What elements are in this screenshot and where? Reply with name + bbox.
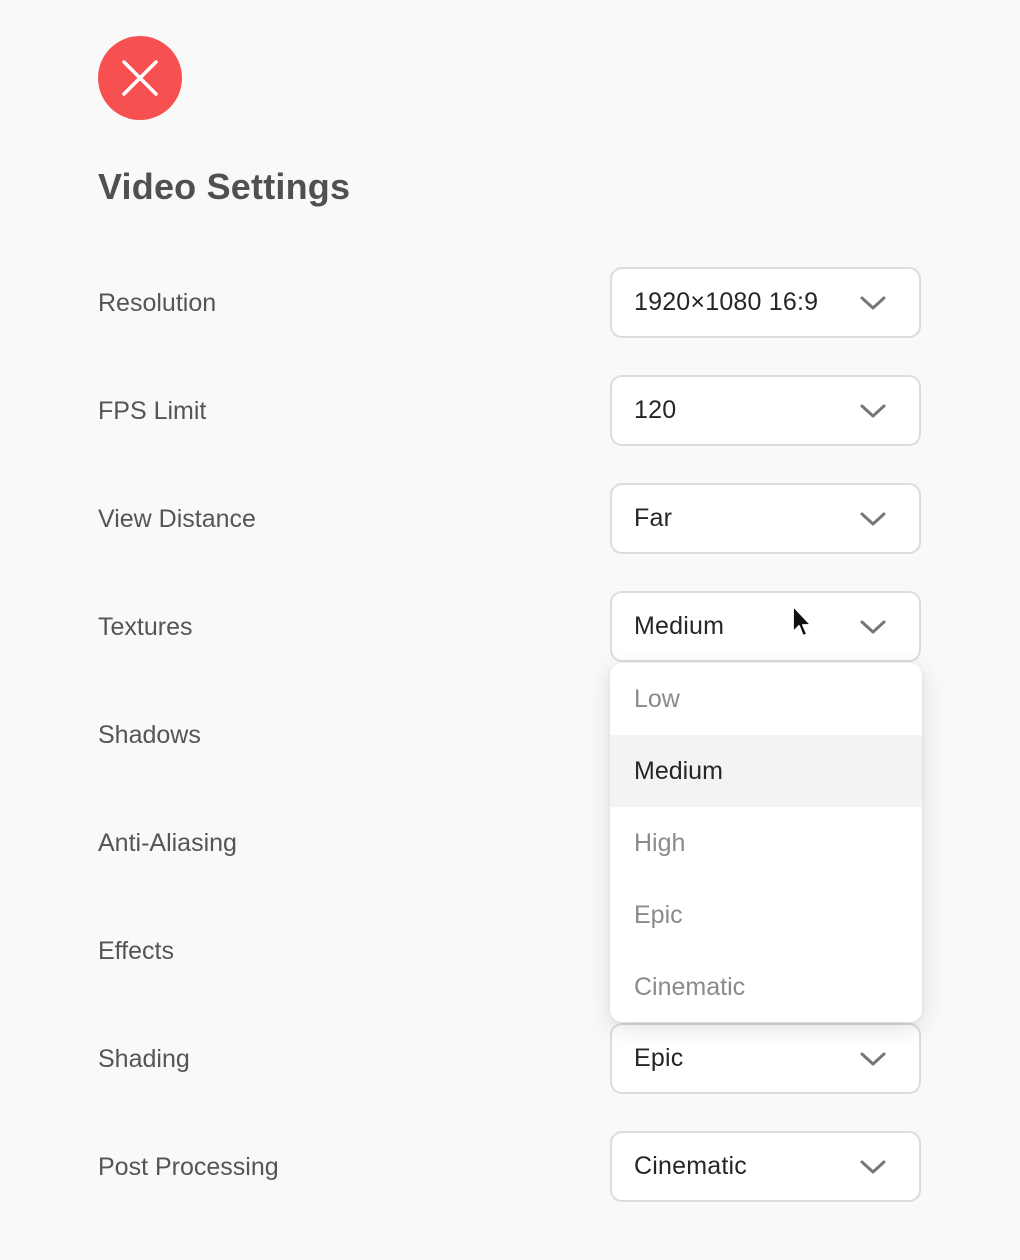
textures-select[interactable]: Medium	[610, 591, 921, 662]
page-title: Video Settings	[98, 166, 351, 207]
fps-limit-select[interactable]: 120	[610, 375, 921, 446]
textures-value: Medium	[634, 612, 725, 640]
chevron-down-icon	[860, 296, 886, 310]
video-settings-page: Video Settings Resolution 1920×1080 16:9…	[0, 0, 1020, 1260]
chevron-down-icon	[860, 1052, 886, 1066]
chevron-down-icon	[860, 404, 886, 418]
mouse-pointer-icon	[792, 605, 812, 637]
shading-label: Shading	[98, 1045, 190, 1073]
view-distance-select[interactable]: Far	[610, 483, 921, 554]
chevron-down-icon	[860, 620, 886, 634]
fps-limit-label: FPS Limit	[98, 397, 207, 425]
resolution-label: Resolution	[98, 289, 217, 317]
post-processing-value: Cinematic	[634, 1152, 747, 1180]
post-processing-label: Post Processing	[98, 1153, 279, 1181]
chevron-down-icon	[860, 512, 886, 526]
dropdown-option-medium[interactable]: Medium	[610, 735, 922, 807]
shading-value: Epic	[634, 1044, 684, 1072]
post-processing-select[interactable]: Cinematic	[610, 1131, 921, 1202]
dropdown-option-high[interactable]: High	[610, 807, 922, 879]
view-distance-value: Far	[634, 504, 673, 532]
fps-limit-value: 120	[634, 396, 677, 424]
textures-label: Textures	[98, 613, 193, 641]
close-icon	[122, 60, 158, 96]
chevron-down-icon	[860, 1160, 886, 1174]
shadows-label: Shadows	[98, 721, 201, 749]
dropdown-option-cinematic[interactable]: Cinematic	[610, 951, 922, 1022]
resolution-value: 1920×1080 16:9	[634, 288, 819, 316]
effects-label: Effects	[98, 937, 174, 965]
dropdown-option-low[interactable]: Low	[610, 663, 922, 735]
view-distance-label: View Distance	[98, 505, 256, 533]
dropdown-option-epic[interactable]: Epic	[610, 879, 922, 951]
textures-dropdown-menu: Low Medium High Epic Cinematic	[610, 663, 922, 1022]
shading-select[interactable]: Epic	[610, 1023, 921, 1094]
anti-aliasing-label: Anti-Aliasing	[98, 829, 237, 857]
resolution-select[interactable]: 1920×1080 16:9	[610, 267, 921, 338]
close-button[interactable]	[98, 36, 182, 120]
